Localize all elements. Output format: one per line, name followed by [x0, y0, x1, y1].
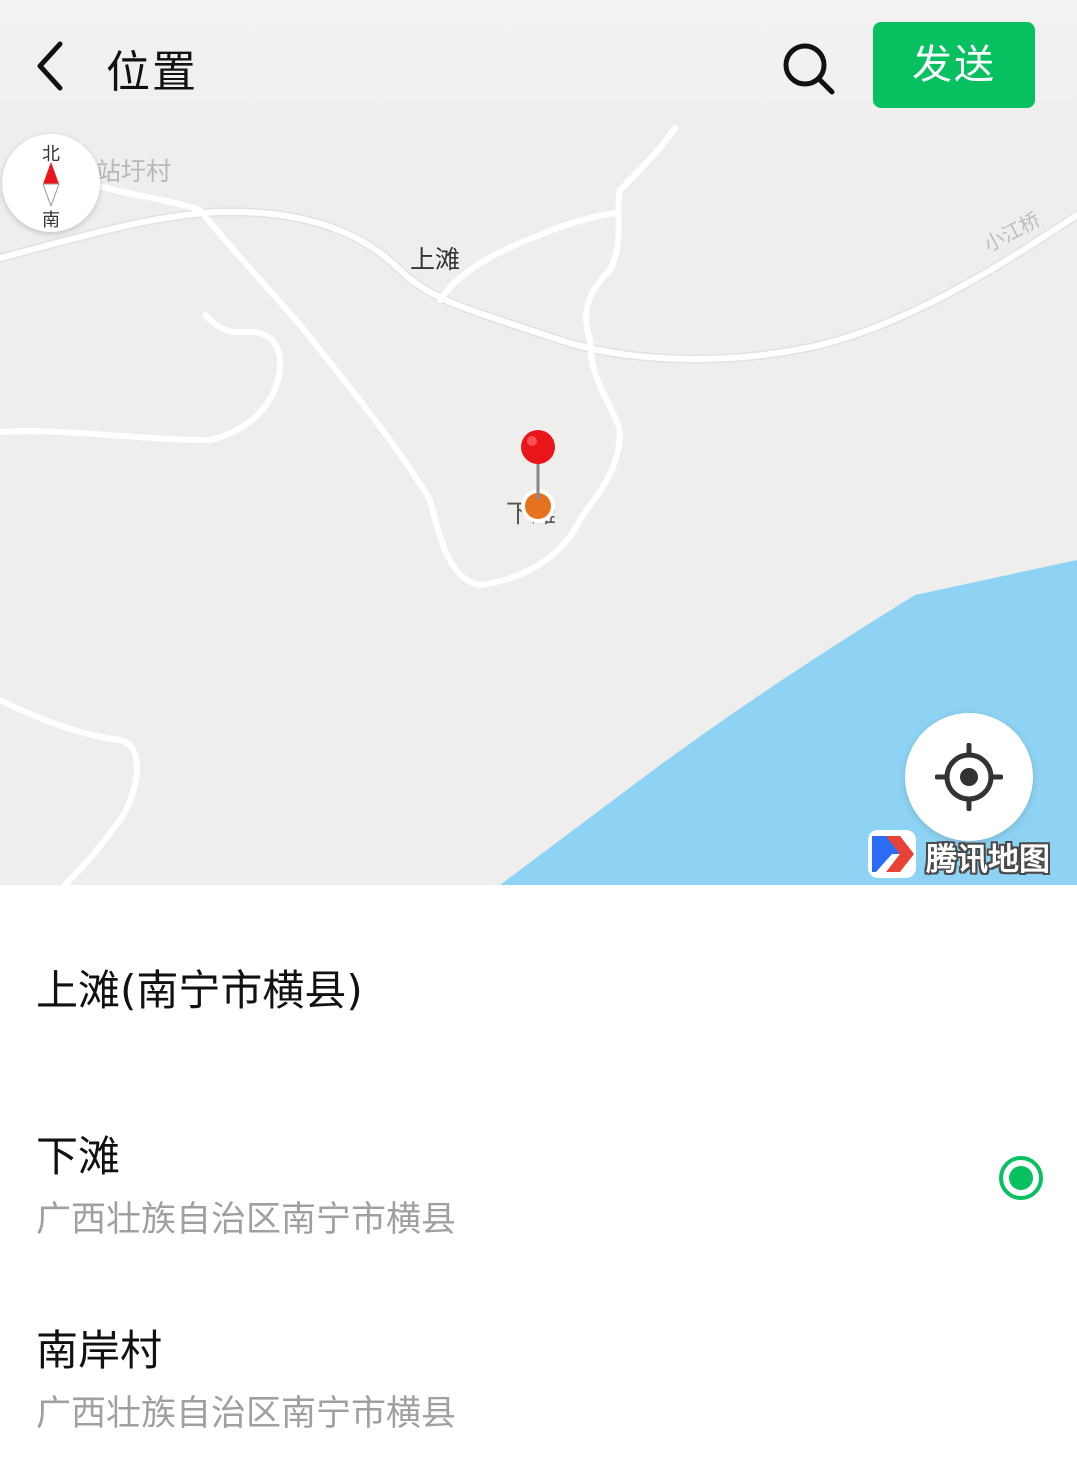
map-label-shangtan: 上滩	[410, 245, 461, 274]
brand-name: 腾讯地图	[926, 842, 1050, 878]
list-item[interactable]: 下滩 广西壮族自治区南宁市横县	[0, 1085, 1077, 1285]
map-pin-icon	[521, 430, 555, 523]
map-label-village: 站圩村	[96, 157, 172, 186]
road-village	[92, 125, 678, 588]
road-shangtan	[437, 210, 618, 303]
locate-target-icon	[935, 743, 1003, 811]
tencent-map-logo-icon	[868, 830, 916, 878]
poi-address: 广西壮族自治区南宁市横县	[36, 1394, 457, 1434]
list-item[interactable]: 上滩(南宁市横县)	[0, 885, 1077, 1085]
search-icon[interactable]	[778, 38, 838, 98]
poi-list: 上滩(南宁市横县) 下滩 广西壮族自治区南宁市横县 南岸村 广西壮族自治区南宁市…	[0, 885, 1077, 1472]
list-item[interactable]: 南岸村 广西壮族自治区南宁市横县	[0, 1285, 1077, 1472]
page-title: 位置	[106, 47, 198, 98]
poi-name: 南岸村	[36, 1326, 163, 1375]
radio-selected-icon[interactable]	[998, 1155, 1044, 1201]
poi-name: 上滩(南宁市横县)	[36, 966, 363, 1015]
back-arrow-icon[interactable]	[28, 38, 78, 94]
compass-south-label: 南	[42, 210, 60, 231]
locate-button[interactable]	[905, 713, 1033, 841]
road-west	[0, 312, 284, 443]
road-south	[0, 697, 140, 885]
compass-icon[interactable]: 北 南	[2, 134, 100, 232]
poi-address: 广西壮族自治区南宁市横县	[36, 1200, 457, 1240]
compass-needle-icon	[42, 162, 60, 206]
poi-name: 下滩	[36, 1132, 121, 1181]
top-bar: 位置 发送	[0, 0, 1077, 130]
map-view[interactable]: 站圩村 上滩 小江桥 下滩 北 南	[0, 0, 1077, 885]
send-button[interactable]: 发送	[873, 22, 1035, 108]
